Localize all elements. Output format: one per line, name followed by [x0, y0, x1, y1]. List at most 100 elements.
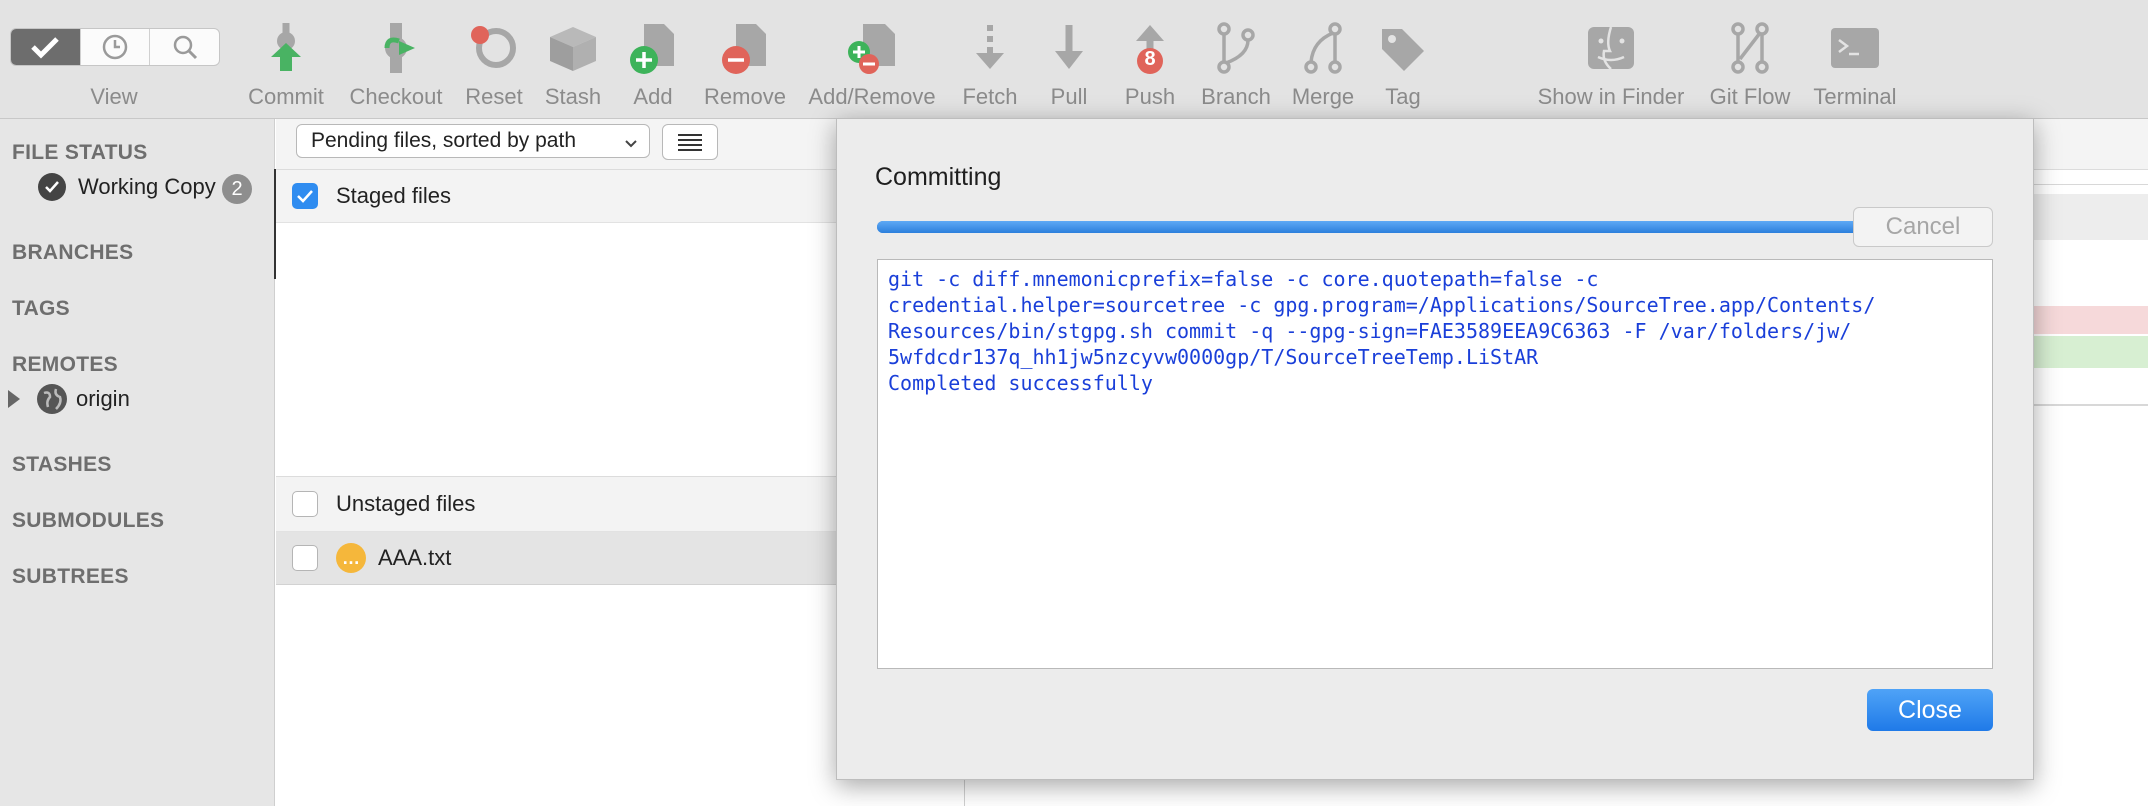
- fetch-label: Fetch: [962, 84, 1018, 109]
- merge-icon: [1293, 20, 1353, 76]
- sidebar-heading-stashes[interactable]: STASHES: [12, 453, 112, 477]
- working-copy-count-badge: 2: [222, 174, 252, 204]
- diff-header-line: [2030, 168, 2148, 185]
- origin-label: origin: [76, 386, 130, 411]
- git-flow-label: Git Flow: [1709, 84, 1791, 109]
- branch-label: Branch: [1201, 84, 1271, 109]
- sidebar-heading-tags[interactable]: TAGS: [12, 297, 70, 321]
- log-history-view-button[interactable]: [81, 29, 151, 65]
- toolbar: View Commit Checkout Reset Stash Add Rem…: [0, 0, 2148, 119]
- branch-button[interactable]: Branch: [1196, 20, 1276, 112]
- terminal-button[interactable]: Terminal: [1810, 20, 1900, 112]
- sidebar-item-origin[interactable]: origin: [8, 383, 130, 415]
- cancel-button[interactable]: Cancel: [1853, 207, 1993, 247]
- pull-icon: [1039, 20, 1099, 76]
- diff-added-line: [2030, 336, 2148, 368]
- list-view-button[interactable]: [662, 124, 718, 160]
- pull-button[interactable]: Pull: [1044, 20, 1094, 112]
- search-icon: [173, 35, 197, 60]
- add-remove-icon: [842, 20, 902, 76]
- pending-status-icon: …: [336, 543, 366, 573]
- sort-dropdown[interactable]: Pending files, sorted by path: [296, 124, 650, 158]
- committing-dialog: Committing Cancel git -c diff.mnemonicpr…: [836, 118, 2034, 780]
- diff-header: [2030, 194, 2148, 240]
- working-copy-label: Working Copy: [78, 174, 216, 199]
- disclosure-triangle-icon[interactable]: [8, 390, 20, 408]
- stash-label: Stash: [544, 84, 602, 109]
- tag-label: Tag: [1385, 84, 1421, 109]
- stash-icon: [543, 20, 603, 76]
- terminal-label: Terminal: [1813, 84, 1897, 109]
- fetch-button[interactable]: Fetch: [958, 20, 1022, 112]
- push-count-badge: 8: [1144, 48, 1156, 70]
- tag-button[interactable]: Tag: [1380, 20, 1426, 112]
- merge-label: Merge: [1291, 84, 1355, 109]
- finder-icon: [1581, 20, 1641, 76]
- diff-removed-line: [2030, 306, 2148, 334]
- push-button[interactable]: 8 Push: [1122, 20, 1178, 112]
- clock-icon: [102, 34, 128, 60]
- checkout-button[interactable]: Checkout: [344, 20, 448, 112]
- unstaged-files-label: Unstaged files: [336, 491, 476, 516]
- dialog-title: Committing: [875, 163, 1002, 191]
- view-segmented-control[interactable]: [10, 28, 220, 66]
- chevron-down-icon: [623, 133, 639, 157]
- file-checkbox[interactable]: [292, 545, 318, 571]
- merge-button[interactable]: Merge: [1288, 20, 1358, 112]
- sort-dropdown-value: Pending files, sorted by path: [311, 129, 577, 152]
- checkmark-icon: [31, 37, 60, 59]
- reset-button[interactable]: Reset: [462, 20, 526, 112]
- add-button[interactable]: Add: [624, 20, 682, 112]
- sidebar-heading-file-status[interactable]: FILE STATUS: [12, 141, 148, 165]
- show-in-finder-button[interactable]: Show in Finder: [1530, 20, 1692, 112]
- pull-label: Pull: [1050, 84, 1088, 109]
- add-icon: [623, 20, 683, 76]
- staged-files-label: Staged files: [336, 183, 451, 208]
- remove-label: Remove: [704, 84, 786, 109]
- remove-icon: [715, 20, 775, 76]
- terminal-icon: [1825, 20, 1885, 76]
- close-button[interactable]: Close: [1867, 689, 1993, 731]
- unstaged-files-header: Unstaged files: [276, 476, 836, 532]
- file-name: AAA.txt: [378, 545, 452, 570]
- reset-label: Reset: [465, 84, 523, 109]
- checkmark-circle-icon: [38, 173, 66, 201]
- git-flow-icon: [1720, 20, 1780, 76]
- sidebar-heading-submodules[interactable]: SUBMODULES: [12, 509, 164, 533]
- progress-bar: [877, 221, 1875, 233]
- search-view-button[interactable]: [150, 29, 219, 65]
- commit-button[interactable]: Commit: [246, 20, 326, 112]
- sidebar-heading-branches[interactable]: BRANCHES: [12, 241, 133, 265]
- checkout-icon: [366, 20, 426, 76]
- reset-icon: [464, 20, 524, 76]
- view-label: View: [90, 84, 138, 109]
- sidebar-item-working-copy[interactable]: Working Copy: [38, 173, 216, 201]
- progress-fill: [877, 221, 1875, 233]
- list-item[interactable]: … AAA.txt: [276, 532, 836, 585]
- fetch-icon: [960, 20, 1020, 76]
- globe-icon: [36, 383, 68, 415]
- checkmark-icon: [297, 190, 313, 203]
- remove-button[interactable]: Remove: [702, 20, 788, 112]
- file-status-view-button[interactable]: [11, 29, 81, 65]
- tag-icon: [1373, 20, 1433, 76]
- commit-icon: [256, 20, 316, 76]
- unstaged-files-checkbox[interactable]: [292, 491, 318, 517]
- staged-files-checkbox[interactable]: [292, 183, 318, 209]
- sidebar-heading-subtrees[interactable]: SUBTREES: [12, 565, 129, 589]
- git-flow-button[interactable]: Git Flow: [1706, 20, 1794, 112]
- diff-separator: [2030, 404, 2148, 406]
- add-remove-button[interactable]: Add/Remove: [804, 20, 940, 112]
- staged-files-header: Staged files: [276, 170, 836, 223]
- push-label: Push: [1124, 84, 1176, 109]
- add-label: Add: [633, 84, 673, 109]
- list-icon: [678, 134, 702, 151]
- commit-label: Commit: [248, 84, 324, 109]
- sidebar: FILE STATUS Working Copy 2 BRANCHES TAGS…: [0, 119, 275, 806]
- stash-button[interactable]: Stash: [542, 20, 604, 112]
- checkout-label: Checkout: [349, 84, 443, 109]
- add-remove-label: Add/Remove: [808, 84, 936, 109]
- sidebar-heading-remotes[interactable]: REMOTES: [12, 353, 118, 377]
- command-log[interactable]: git -c diff.mnemonicprefix=false -c core…: [877, 259, 1993, 669]
- show-in-finder-label: Show in Finder: [1537, 84, 1685, 109]
